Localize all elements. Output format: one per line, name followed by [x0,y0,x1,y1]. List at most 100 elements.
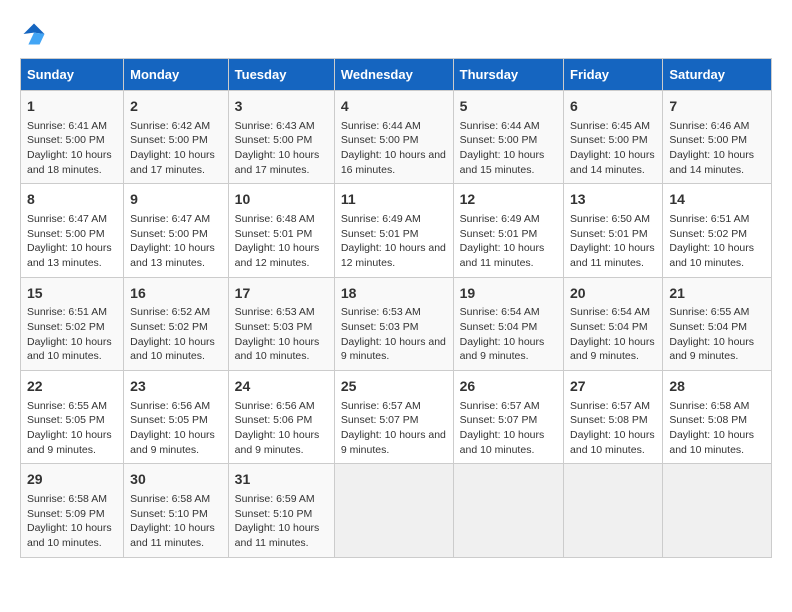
day-info: Sunrise: 6:47 AM Sunset: 5:00 PM Dayligh… [130,212,222,271]
calendar-cell: 24Sunrise: 6:56 AM Sunset: 5:06 PM Dayli… [228,371,334,464]
day-info: Sunrise: 6:44 AM Sunset: 5:00 PM Dayligh… [460,119,557,178]
day-number: 11 [341,190,447,210]
day-number: 12 [460,190,557,210]
calendar-week-row: 29Sunrise: 6:58 AM Sunset: 5:09 PM Dayli… [21,464,772,557]
day-number: 2 [130,97,222,117]
day-info: Sunrise: 6:55 AM Sunset: 5:04 PM Dayligh… [669,305,765,364]
col-header-friday: Friday [564,59,663,91]
day-info: Sunrise: 6:43 AM Sunset: 5:00 PM Dayligh… [235,119,328,178]
day-info: Sunrise: 6:49 AM Sunset: 5:01 PM Dayligh… [460,212,557,271]
calendar-header-row: SundayMondayTuesdayWednesdayThursdayFrid… [21,59,772,91]
day-number: 19 [460,284,557,304]
calendar-cell: 1Sunrise: 6:41 AM Sunset: 5:00 PM Daylig… [21,91,124,184]
day-number: 21 [669,284,765,304]
calendar-cell: 3Sunrise: 6:43 AM Sunset: 5:00 PM Daylig… [228,91,334,184]
calendar-cell: 11Sunrise: 6:49 AM Sunset: 5:01 PM Dayli… [334,184,453,277]
day-number: 26 [460,377,557,397]
day-number: 27 [570,377,656,397]
day-number: 10 [235,190,328,210]
day-info: Sunrise: 6:56 AM Sunset: 5:06 PM Dayligh… [235,399,328,458]
calendar-cell: 28Sunrise: 6:58 AM Sunset: 5:08 PM Dayli… [663,371,772,464]
day-info: Sunrise: 6:57 AM Sunset: 5:08 PM Dayligh… [570,399,656,458]
day-info: Sunrise: 6:53 AM Sunset: 5:03 PM Dayligh… [235,305,328,364]
day-info: Sunrise: 6:50 AM Sunset: 5:01 PM Dayligh… [570,212,656,271]
day-number: 17 [235,284,328,304]
calendar-table: SundayMondayTuesdayWednesdayThursdayFrid… [20,58,772,558]
calendar-cell [663,464,772,557]
day-info: Sunrise: 6:51 AM Sunset: 5:02 PM Dayligh… [669,212,765,271]
day-number: 25 [341,377,447,397]
calendar-cell: 21Sunrise: 6:55 AM Sunset: 5:04 PM Dayli… [663,277,772,370]
day-number: 15 [27,284,117,304]
day-info: Sunrise: 6:58 AM Sunset: 5:09 PM Dayligh… [27,492,117,551]
col-header-wednesday: Wednesday [334,59,453,91]
day-number: 31 [235,470,328,490]
day-number: 5 [460,97,557,117]
day-info: Sunrise: 6:58 AM Sunset: 5:10 PM Dayligh… [130,492,222,551]
calendar-cell: 6Sunrise: 6:45 AM Sunset: 5:00 PM Daylig… [564,91,663,184]
day-info: Sunrise: 6:45 AM Sunset: 5:00 PM Dayligh… [570,119,656,178]
day-number: 4 [341,97,447,117]
calendar-cell: 7Sunrise: 6:46 AM Sunset: 5:00 PM Daylig… [663,91,772,184]
calendar-week-row: 8Sunrise: 6:47 AM Sunset: 5:00 PM Daylig… [21,184,772,277]
calendar-cell: 26Sunrise: 6:57 AM Sunset: 5:07 PM Dayli… [453,371,563,464]
day-info: Sunrise: 6:49 AM Sunset: 5:01 PM Dayligh… [341,212,447,271]
calendar-cell: 25Sunrise: 6:57 AM Sunset: 5:07 PM Dayli… [334,371,453,464]
day-info: Sunrise: 6:54 AM Sunset: 5:04 PM Dayligh… [570,305,656,364]
calendar-cell: 2Sunrise: 6:42 AM Sunset: 5:00 PM Daylig… [124,91,229,184]
calendar-cell [334,464,453,557]
day-info: Sunrise: 6:57 AM Sunset: 5:07 PM Dayligh… [460,399,557,458]
day-number: 22 [27,377,117,397]
day-info: Sunrise: 6:59 AM Sunset: 5:10 PM Dayligh… [235,492,328,551]
col-header-thursday: Thursday [453,59,563,91]
calendar-cell: 10Sunrise: 6:48 AM Sunset: 5:01 PM Dayli… [228,184,334,277]
day-number: 8 [27,190,117,210]
day-number: 29 [27,470,117,490]
calendar-week-row: 22Sunrise: 6:55 AM Sunset: 5:05 PM Dayli… [21,371,772,464]
calendar-cell: 30Sunrise: 6:58 AM Sunset: 5:10 PM Dayli… [124,464,229,557]
calendar-cell: 12Sunrise: 6:49 AM Sunset: 5:01 PM Dayli… [453,184,563,277]
day-number: 16 [130,284,222,304]
day-info: Sunrise: 6:42 AM Sunset: 5:00 PM Dayligh… [130,119,222,178]
day-number: 9 [130,190,222,210]
day-info: Sunrise: 6:53 AM Sunset: 5:03 PM Dayligh… [341,305,447,364]
calendar-cell: 23Sunrise: 6:56 AM Sunset: 5:05 PM Dayli… [124,371,229,464]
day-info: Sunrise: 6:41 AM Sunset: 5:00 PM Dayligh… [27,119,117,178]
day-number: 3 [235,97,328,117]
day-info: Sunrise: 6:52 AM Sunset: 5:02 PM Dayligh… [130,305,222,364]
calendar-cell: 29Sunrise: 6:58 AM Sunset: 5:09 PM Dayli… [21,464,124,557]
calendar-cell: 27Sunrise: 6:57 AM Sunset: 5:08 PM Dayli… [564,371,663,464]
calendar-week-row: 1Sunrise: 6:41 AM Sunset: 5:00 PM Daylig… [21,91,772,184]
day-number: 28 [669,377,765,397]
day-number: 14 [669,190,765,210]
day-number: 7 [669,97,765,117]
calendar-cell: 16Sunrise: 6:52 AM Sunset: 5:02 PM Dayli… [124,277,229,370]
col-header-tuesday: Tuesday [228,59,334,91]
day-info: Sunrise: 6:46 AM Sunset: 5:00 PM Dayligh… [669,119,765,178]
day-number: 1 [27,97,117,117]
calendar-cell: 9Sunrise: 6:47 AM Sunset: 5:00 PM Daylig… [124,184,229,277]
day-number: 30 [130,470,222,490]
calendar-cell: 14Sunrise: 6:51 AM Sunset: 5:02 PM Dayli… [663,184,772,277]
day-info: Sunrise: 6:57 AM Sunset: 5:07 PM Dayligh… [341,399,447,458]
calendar-week-row: 15Sunrise: 6:51 AM Sunset: 5:02 PM Dayli… [21,277,772,370]
day-number: 20 [570,284,656,304]
col-header-saturday: Saturday [663,59,772,91]
calendar-cell: 18Sunrise: 6:53 AM Sunset: 5:03 PM Dayli… [334,277,453,370]
day-number: 24 [235,377,328,397]
day-info: Sunrise: 6:54 AM Sunset: 5:04 PM Dayligh… [460,305,557,364]
calendar-cell: 22Sunrise: 6:55 AM Sunset: 5:05 PM Dayli… [21,371,124,464]
calendar-cell: 19Sunrise: 6:54 AM Sunset: 5:04 PM Dayli… [453,277,563,370]
calendar-cell: 31Sunrise: 6:59 AM Sunset: 5:10 PM Dayli… [228,464,334,557]
day-info: Sunrise: 6:44 AM Sunset: 5:00 PM Dayligh… [341,119,447,178]
calendar-cell: 15Sunrise: 6:51 AM Sunset: 5:02 PM Dayli… [21,277,124,370]
col-header-monday: Monday [124,59,229,91]
logo [20,20,52,48]
calendar-cell: 4Sunrise: 6:44 AM Sunset: 5:00 PM Daylig… [334,91,453,184]
calendar-cell [564,464,663,557]
day-info: Sunrise: 6:51 AM Sunset: 5:02 PM Dayligh… [27,305,117,364]
day-info: Sunrise: 6:56 AM Sunset: 5:05 PM Dayligh… [130,399,222,458]
calendar-cell: 13Sunrise: 6:50 AM Sunset: 5:01 PM Dayli… [564,184,663,277]
day-info: Sunrise: 6:47 AM Sunset: 5:00 PM Dayligh… [27,212,117,271]
day-number: 13 [570,190,656,210]
